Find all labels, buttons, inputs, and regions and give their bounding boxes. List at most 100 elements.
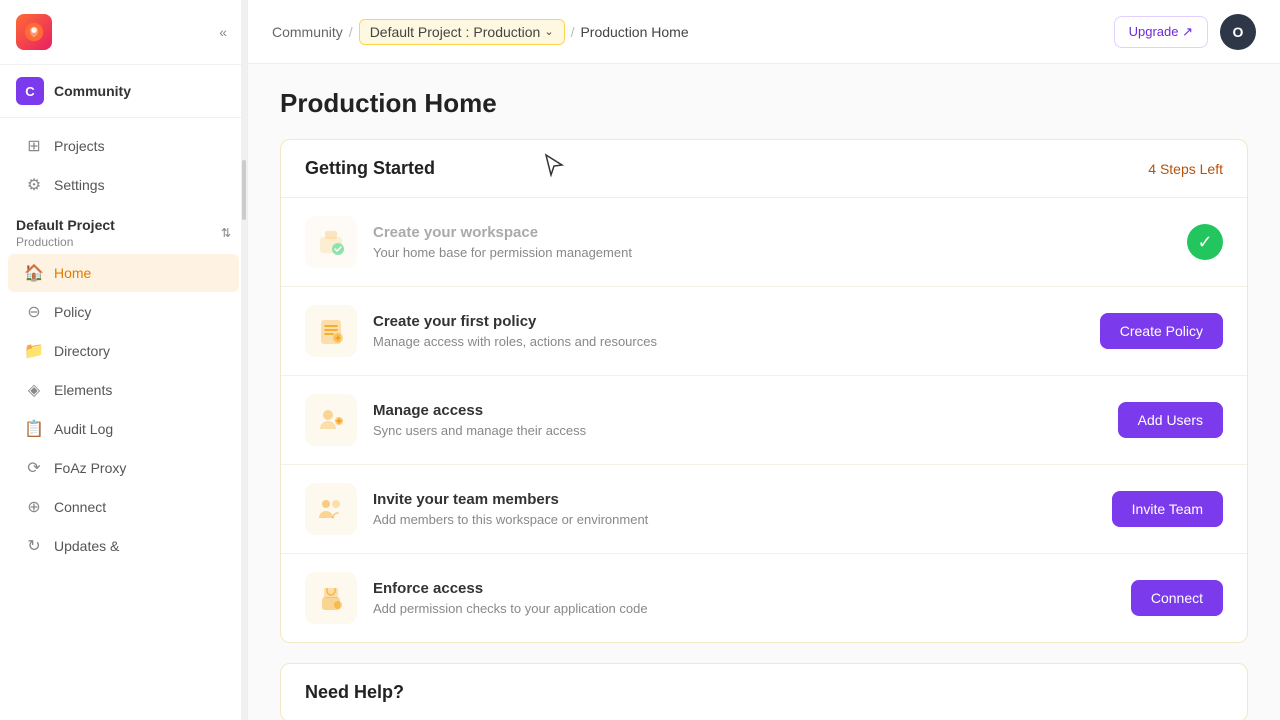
header-right: Upgrade ↗ O bbox=[1114, 14, 1256, 50]
page-title: Production Home bbox=[280, 88, 1248, 119]
need-help-title: Need Help? bbox=[305, 682, 404, 702]
connect-button[interactable]: Connect bbox=[1131, 580, 1223, 616]
page-content: Production Home Getting Started 4 Steps … bbox=[248, 64, 1280, 720]
card-title: Getting Started bbox=[305, 158, 435, 179]
breadcrumb-colon: : bbox=[466, 24, 470, 40]
step-access-desc: Sync users and manage their access bbox=[373, 423, 1102, 438]
invite-team-button[interactable]: Invite Team bbox=[1112, 491, 1223, 527]
step-workspace-content: Create your workspace Your home base for… bbox=[373, 224, 1171, 260]
sidebar-item-label: Audit Log bbox=[54, 421, 113, 437]
project-name: Default Project bbox=[16, 217, 115, 233]
breadcrumb-project: Default Project bbox=[370, 24, 462, 40]
sidebar-item-updates[interactable]: ↻ Updates & bbox=[8, 527, 239, 565]
step-policy-icon-wrap bbox=[305, 305, 357, 357]
sidebar-item-label: Directory bbox=[54, 343, 110, 359]
step-workspace-desc: Your home base for permission management bbox=[373, 245, 1171, 260]
chevron-down-icon: ⌄ bbox=[544, 25, 553, 38]
upgrade-button[interactable]: Upgrade ↗ bbox=[1114, 16, 1208, 48]
step-policy-action: Create Policy bbox=[1100, 313, 1223, 349]
step-enforce-desc: Add permission checks to your applicatio… bbox=[373, 601, 1115, 616]
step-access: Manage access Sync users and manage thei… bbox=[281, 376, 1247, 465]
breadcrumb-env: Production bbox=[473, 24, 540, 40]
sidebar-item-policy[interactable]: ⊖ Policy bbox=[8, 293, 239, 331]
workspace-label: Community bbox=[54, 83, 131, 99]
card-header: Getting Started 4 Steps Left bbox=[281, 140, 1247, 198]
breadcrumb: Community / Default Project : Production… bbox=[272, 19, 689, 45]
sidebar-item-audit-log[interactable]: 📋 Audit Log bbox=[8, 410, 239, 448]
sidebar: « C Community ⊞ Projects ⚙ Settings Defa… bbox=[0, 0, 248, 720]
step-access-action: Add Users bbox=[1118, 402, 1223, 438]
avatar: O bbox=[1220, 14, 1256, 50]
sidebar-item-label: Policy bbox=[54, 304, 91, 320]
breadcrumb-current: Production Home bbox=[580, 24, 688, 40]
step-team-content: Invite your team members Add members to … bbox=[373, 491, 1096, 527]
step-team: Invite your team members Add members to … bbox=[281, 465, 1247, 554]
sidebar-header: « bbox=[0, 0, 247, 65]
step-team-action: Invite Team bbox=[1112, 491, 1223, 527]
check-circle: ✓ bbox=[1187, 224, 1223, 260]
project-section: Default Project Production ⇅ bbox=[0, 205, 247, 253]
elements-icon: ◈ bbox=[24, 380, 44, 400]
breadcrumb-project-env[interactable]: Default Project : Production ⌄ bbox=[359, 19, 565, 45]
sidebar-item-settings[interactable]: ⚙ Settings bbox=[8, 166, 239, 204]
create-policy-button[interactable]: Create Policy bbox=[1100, 313, 1223, 349]
workspace-icon: C bbox=[16, 77, 44, 105]
sidebar-item-connect[interactable]: ⊕ Connect bbox=[8, 488, 239, 526]
sidebar-item-foaz-proxy[interactable]: ⟳ FoAz Proxy bbox=[8, 449, 239, 487]
directory-icon: 📁 bbox=[24, 341, 44, 361]
app-logo bbox=[16, 14, 52, 50]
getting-started-card: Getting Started 4 Steps Left Create your… bbox=[280, 139, 1248, 643]
step-enforce: Enforce access Add permission checks to … bbox=[281, 554, 1247, 642]
step-access-content: Manage access Sync users and manage thei… bbox=[373, 402, 1102, 438]
step-enforce-title: Enforce access bbox=[373, 580, 1115, 597]
add-users-button[interactable]: Add Users bbox=[1118, 402, 1223, 438]
sidebar-item-home[interactable]: 🏠 Home bbox=[8, 254, 239, 292]
sidebar-item-projects[interactable]: ⊞ Projects bbox=[8, 127, 239, 165]
connect-icon: ⊕ bbox=[24, 497, 44, 517]
audit-log-icon: 📋 bbox=[24, 419, 44, 439]
step-enforce-content: Enforce access Add permission checks to … bbox=[373, 580, 1115, 616]
header: Community / Default Project : Production… bbox=[248, 0, 1280, 64]
workspace-item[interactable]: C Community bbox=[0, 65, 247, 118]
steps-badge: 4 Steps Left bbox=[1148, 161, 1223, 177]
step-workspace-title: Create your workspace bbox=[373, 224, 1171, 241]
step-policy-desc: Manage access with roles, actions and re… bbox=[373, 334, 1084, 349]
breadcrumb-sep-1: / bbox=[349, 24, 353, 40]
sidebar-item-label: Settings bbox=[54, 177, 105, 193]
collapse-sidebar-button[interactable]: « bbox=[215, 20, 231, 44]
sidebar-item-label: Connect bbox=[54, 499, 106, 515]
sidebar-item-label: FoAz Proxy bbox=[54, 460, 126, 476]
step-access-title: Manage access bbox=[373, 402, 1102, 419]
step-policy-content: Create your first policy Manage access w… bbox=[373, 313, 1084, 349]
sidebar-nav: ⊞ Projects ⚙ Settings Default Project Pr… bbox=[0, 118, 247, 720]
sidebar-item-label: Updates & bbox=[54, 538, 119, 554]
sidebar-item-label: Elements bbox=[54, 382, 112, 398]
projects-icon: ⊞ bbox=[24, 136, 44, 156]
step-enforce-icon-wrap bbox=[305, 572, 357, 624]
policy-icon: ⊖ bbox=[24, 302, 44, 322]
step-policy: Create your first policy Manage access w… bbox=[281, 287, 1247, 376]
updates-icon: ↻ bbox=[24, 536, 44, 556]
step-team-title: Invite your team members bbox=[373, 491, 1096, 508]
step-access-icon-wrap bbox=[305, 394, 357, 446]
sidebar-item-label: Projects bbox=[54, 138, 105, 154]
sidebar-item-elements[interactable]: ◈ Elements bbox=[8, 371, 239, 409]
sidebar-item-directory[interactable]: 📁 Directory bbox=[8, 332, 239, 370]
step-team-desc: Add members to this workspace or environ… bbox=[373, 512, 1096, 527]
step-workspace-action: ✓ bbox=[1187, 224, 1223, 260]
sidebar-item-label: Home bbox=[54, 265, 91, 281]
step-policy-title: Create your first policy bbox=[373, 313, 1084, 330]
foaz-proxy-icon: ⟳ bbox=[24, 458, 44, 478]
settings-icon: ⚙ bbox=[24, 175, 44, 195]
project-toggle-button[interactable]: ⇅ bbox=[221, 226, 231, 240]
home-icon: 🏠 bbox=[24, 263, 44, 283]
main-content: Community / Default Project : Production… bbox=[248, 0, 1280, 720]
need-help-card: Need Help? bbox=[280, 663, 1248, 720]
step-enforce-action: Connect bbox=[1131, 580, 1223, 616]
step-team-icon-wrap bbox=[305, 483, 357, 535]
step-workspace: Create your workspace Your home base for… bbox=[281, 198, 1247, 287]
breadcrumb-sep-2: / bbox=[571, 24, 575, 40]
step-workspace-icon-wrap bbox=[305, 216, 357, 268]
project-env: Production bbox=[16, 235, 115, 249]
breadcrumb-community: Community bbox=[272, 24, 343, 40]
